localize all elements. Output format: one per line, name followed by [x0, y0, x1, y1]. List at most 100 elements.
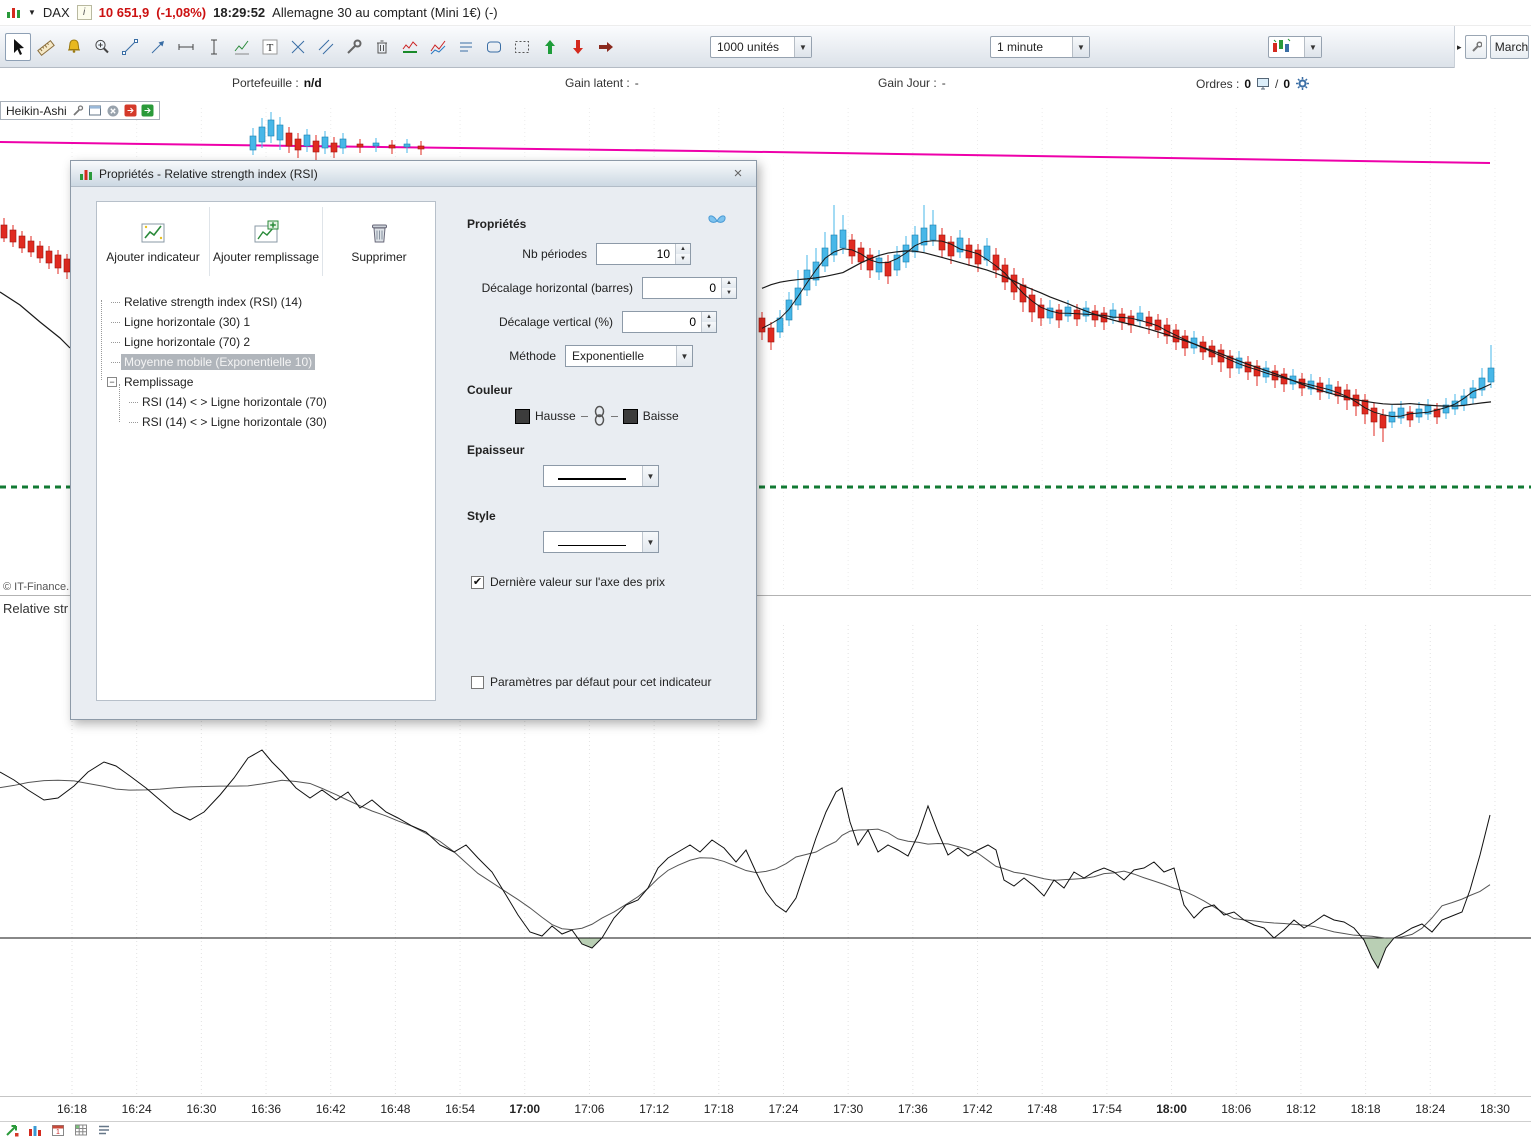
thickness-select[interactable]: ▼ [543, 465, 659, 487]
add-indicator-button[interactable]: Ajouter indicateur [97, 207, 209, 276]
zoom-icon[interactable] [89, 33, 115, 61]
vertical-line-icon[interactable] [201, 33, 227, 61]
tree-item[interactable]: Ligne horizontale (30) 1 [107, 312, 435, 332]
arrow-right-icon[interactable] [593, 33, 619, 61]
offset-v-stepper[interactable]: ▲▼ [622, 311, 717, 333]
default-params-label: Paramètres par défaut pour cet indicateu… [490, 675, 712, 689]
info-icon[interactable]: i [76, 5, 92, 20]
close-circle-icon[interactable] [106, 104, 120, 118]
time-label: 17:54 [1091, 1102, 1122, 1116]
chart-multi-icon[interactable] [425, 33, 451, 61]
spin-down-icon[interactable]: ▼ [676, 254, 690, 264]
chevron-down-icon[interactable]: ▼ [794, 37, 811, 57]
dialog-titlebar[interactable]: Propriétés - Relative strength index (RS… [71, 161, 756, 187]
export-green-icon[interactable] [141, 104, 154, 117]
new-window-shortcut-icon[interactable] [5, 1123, 19, 1137]
mini-chart-icon[interactable] [28, 1123, 42, 1137]
tree-item[interactable]: RSI (14) < > Ligne horizontale (30) [107, 412, 435, 432]
tree-item-label: Ligne horizontale (70) 2 [124, 335, 251, 349]
ruler-icon[interactable] [33, 33, 59, 61]
time-label: 17:48 [1027, 1102, 1058, 1116]
tree-item-label: Relative strength index (RSI) (14) [124, 295, 303, 309]
last-value-checkbox[interactable]: ✔ [471, 575, 484, 589]
arrow-up-icon[interactable] [537, 33, 563, 61]
chevron-down-icon[interactable]: ▼ [642, 466, 658, 486]
orders-monitor-icon[interactable] [1256, 77, 1270, 90]
market-button[interactable]: March [1489, 35, 1529, 59]
tree-item[interactable]: Moyenne mobile (Exponentielle 10) [107, 352, 435, 372]
workspace-tool-icon[interactable] [1464, 35, 1487, 59]
time-label: 17:18 [703, 1102, 734, 1116]
tools-icon[interactable] [341, 33, 367, 61]
tree-item[interactable]: Ligne horizontale (70) 2 [107, 332, 435, 352]
close-icon[interactable]: × [728, 165, 748, 183]
butterfly-icon[interactable] [707, 213, 727, 232]
tree-item[interactable]: RSI (14) < > Ligne horizontale (70) [107, 392, 435, 412]
chevron-down-icon[interactable]: ▼ [676, 346, 692, 366]
up-color-swatch[interactable] [515, 408, 530, 424]
style-section-title: Style [467, 509, 496, 523]
tree-item-label: RSI (14) < > Ligne horizontale (30) [142, 415, 327, 429]
text-tool-icon[interactable]: T [257, 33, 283, 61]
list-icon[interactable] [97, 1123, 111, 1137]
chart-line-icon[interactable] [397, 33, 423, 61]
style-select[interactable]: ▼ [543, 531, 659, 553]
method-select[interactable]: Exponentielle ▼ [565, 345, 693, 367]
chevron-down-icon[interactable]: ▼ [1304, 37, 1321, 57]
thickness-section-title: Epaisseur [467, 443, 525, 457]
nb-periodes-stepper[interactable]: ▲▼ [596, 243, 691, 265]
spin-down-icon[interactable]: ▼ [702, 322, 716, 332]
ray-icon[interactable] [145, 33, 171, 61]
cross-lines-icon[interactable] [285, 33, 311, 61]
indicator-pen-icon[interactable] [229, 33, 255, 61]
spin-up-icon[interactable]: ▲ [676, 244, 690, 254]
add-fill-button[interactable]: Ajouter remplissage [209, 207, 322, 276]
offset-v-input[interactable] [623, 312, 701, 332]
orders-settings-gear-icon[interactable] [1295, 76, 1310, 91]
spin-down-icon[interactable]: ▼ [722, 288, 736, 298]
offset-h-stepper[interactable]: ▲▼ [642, 277, 737, 299]
tree-item[interactable]: Relative strength index (RSI) (14) [107, 292, 435, 312]
spin-up-icon[interactable]: ▲ [722, 278, 736, 288]
chart-tab-heikin-ashi[interactable]: Heikin-Ashi [0, 101, 160, 120]
up-color-label: Hausse [535, 409, 576, 423]
timeframe-dropdown[interactable]: 1 minute ▼ [990, 36, 1090, 58]
chart-style-dropdown[interactable]: ▼ [1268, 36, 1322, 58]
trendline-icon[interactable] [117, 33, 143, 61]
table-icon[interactable] [74, 1123, 88, 1137]
link-colors-icon[interactable] [593, 405, 606, 427]
down-color-swatch[interactable] [622, 408, 638, 424]
tree-item[interactable]: − Remplissage [107, 372, 435, 392]
calendar-alert-icon[interactable]: 1 [51, 1123, 65, 1137]
offset-h-input[interactable] [643, 278, 721, 298]
alarm-bell-icon[interactable] [61, 33, 87, 61]
chevron-down-icon[interactable]: ▼ [642, 532, 658, 552]
collapse-icon[interactable]: − [107, 377, 117, 387]
default-params-checkbox[interactable] [471, 675, 484, 689]
instrument-dropdown-icon[interactable]: ▼ [28, 8, 36, 17]
export-red-icon[interactable] [124, 104, 137, 117]
units-dropdown[interactable]: 1000 unités ▼ [710, 36, 812, 58]
chevron-down-icon[interactable]: ▼ [1072, 37, 1089, 57]
parallel-channel-icon[interactable] [313, 33, 339, 61]
delete-indicator-button[interactable]: Supprimer [322, 207, 435, 276]
window-icon[interactable] [88, 104, 102, 117]
main-toolbar: T 1000 unités ▼ 1 minute ▼ ▼ [0, 26, 1531, 68]
trash-icon[interactable] [369, 33, 395, 61]
expand-right-icon[interactable]: ▸ [1457, 42, 1462, 53]
properties-section-title: Propriétés [467, 217, 527, 231]
selection-rect-icon[interactable] [509, 33, 535, 61]
time-label: 17:00 [509, 1102, 541, 1116]
portfolio-value: n/d [303, 76, 322, 90]
arrow-down-icon[interactable] [565, 33, 591, 61]
guides-icon[interactable] [453, 33, 479, 61]
nb-periodes-input[interactable] [597, 244, 675, 264]
cursor-icon[interactable] [5, 33, 31, 61]
statusbar: 1 [0, 1121, 1531, 1138]
axis-divider [0, 1096, 1531, 1097]
lasso-icon[interactable] [481, 33, 507, 61]
spin-up-icon[interactable]: ▲ [702, 312, 716, 322]
wrench-icon[interactable] [71, 104, 84, 117]
horizontal-line-icon[interactable] [173, 33, 199, 61]
time-label: 17:06 [574, 1102, 605, 1116]
